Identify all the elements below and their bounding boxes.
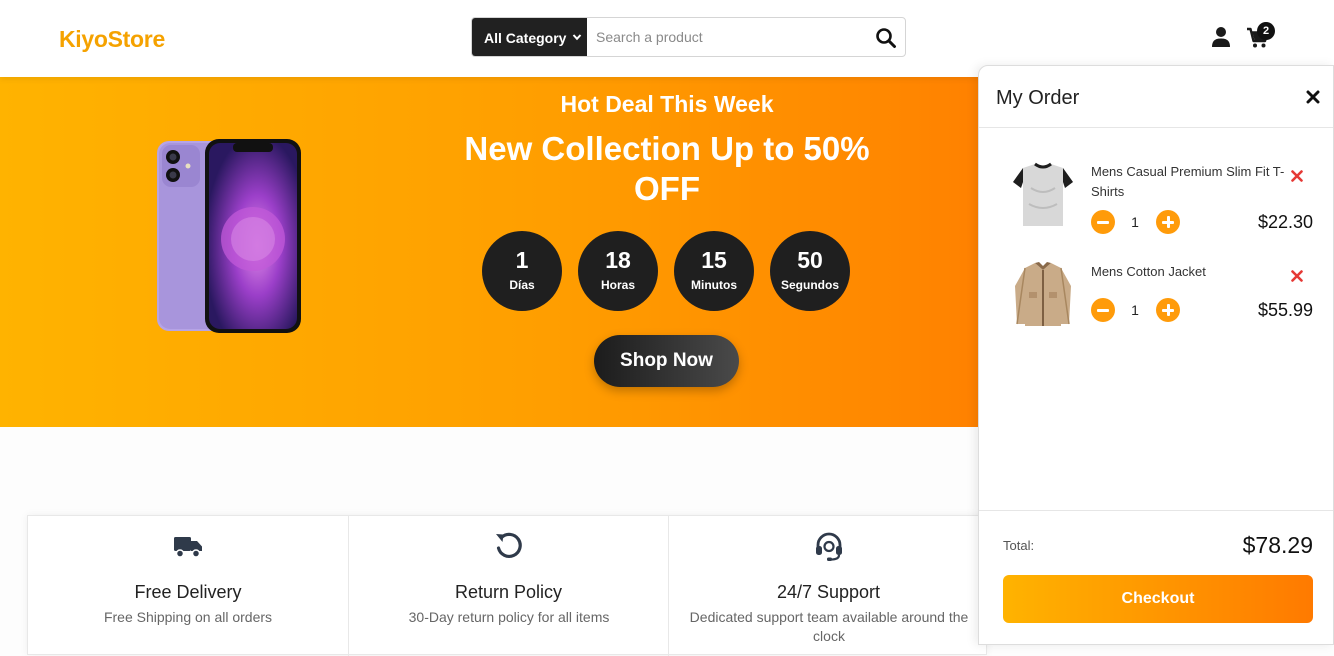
countdown-label: Horas (600, 278, 635, 292)
close-icon[interactable] (1306, 90, 1320, 104)
decrease-quantity-button[interactable] (1091, 210, 1115, 234)
category-select[interactable]: All Category (472, 18, 587, 56)
chevron-down-icon (572, 34, 582, 41)
order-panel-footer: Total: $78.29 Checkout (979, 510, 1333, 646)
store-logo[interactable]: KiyoStore (59, 26, 165, 53)
category-select-label: All Category (484, 30, 567, 46)
order-panel: My Order Mens Casual Premium Slim Fit T-… (978, 65, 1334, 645)
remove-item-icon[interactable] (1291, 270, 1303, 282)
order-item-name: Mens Casual Premium Slim Fit T-Shirts (1091, 164, 1285, 199)
decrease-quantity-button[interactable] (1091, 298, 1115, 322)
countdown-hours: 18 Horas (578, 231, 658, 311)
search-icon[interactable] (875, 27, 897, 49)
order-item: Mens Cotton Jacket 1 $55.99 (979, 262, 1333, 342)
tshirt-product-image (1013, 162, 1073, 226)
order-item-price: $55.99 (1257, 300, 1313, 320)
phone-product-image (157, 139, 301, 333)
countdown-value: 50 (797, 247, 823, 273)
feature-description: Dedicated support team available around … (689, 609, 969, 644)
countdown-minutes: 15 Minutos (674, 231, 754, 311)
countdown-value: 18 (605, 247, 631, 273)
order-item-price: $22.30 (1257, 212, 1313, 232)
feature-support: 24/7 Support Dedicated support team avai… (668, 516, 988, 656)
hero-title: New Collection Up to 50% OFF (464, 130, 870, 207)
countdown-timer: 1 Días 18 Horas 15 Minutos 50 Segundos (482, 231, 852, 311)
features-strip: Free Delivery Free Shipping on all order… (27, 515, 988, 656)
hero-subtitle: Hot Deal This Week (560, 91, 774, 117)
feature-title: Return Policy (454, 582, 563, 602)
countdown-value: 1 (515, 247, 529, 273)
hero-banner: Hot Deal This Week New Collection Up to … (0, 77, 1000, 427)
countdown-value: 15 (701, 247, 727, 273)
feature-free-delivery: Free Delivery Free Shipping on all order… (28, 516, 348, 656)
item-quantity: 1 (1131, 302, 1139, 318)
item-quantity: 1 (1131, 214, 1139, 230)
feature-title: 24/7 Support (776, 582, 881, 602)
checkout-button[interactable]: Checkout (1003, 575, 1313, 623)
feature-description: Free Shipping on all orders (103, 609, 273, 625)
order-panel-title: My Order (996, 87, 1080, 109)
countdown-label: Minutos (691, 278, 737, 292)
increase-quantity-button[interactable] (1156, 298, 1180, 322)
total-value: $78.29 (1242, 532, 1313, 558)
cart-count-badge: 2 (1257, 22, 1275, 40)
feature-description: 30-Day return policy for all items (408, 609, 610, 625)
feature-return-policy: Return Policy 30-Day return policy for a… (348, 516, 668, 656)
search-input[interactable] (587, 18, 867, 56)
shop-now-button[interactable]: Shop Now (594, 335, 739, 387)
feature-title: Free Delivery (134, 582, 242, 602)
order-item-name: Mens Cotton Jacket (1091, 264, 1206, 279)
search-bar: All Category (471, 17, 906, 57)
remove-item-icon[interactable] (1291, 170, 1303, 182)
increase-quantity-button[interactable] (1156, 210, 1180, 234)
countdown-seconds: 50 Segundos (770, 231, 850, 311)
order-item: Mens Casual Premium Slim Fit T-Shirts 1 … (979, 162, 1333, 242)
countdown-days: 1 Días (482, 231, 562, 311)
return-icon (496, 532, 522, 558)
user-icon[interactable] (1210, 26, 1232, 48)
order-panel-header: My Order (979, 66, 1333, 128)
headset-icon (816, 532, 842, 561)
countdown-label: Segundos (780, 278, 839, 292)
jacket-product-image (1015, 262, 1071, 326)
truck-icon (174, 537, 202, 558)
countdown-label: Días (509, 278, 535, 292)
total-label: Total: (1003, 538, 1035, 553)
